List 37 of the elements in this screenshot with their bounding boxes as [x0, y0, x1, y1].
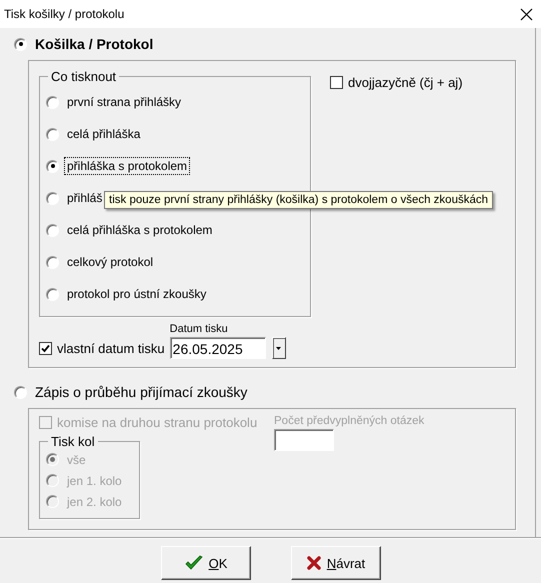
radio-button[interactable] [46, 288, 59, 300]
radio-label[interactable]: celá přihláška [64, 125, 144, 143]
radio-button[interactable] [46, 160, 59, 172]
radio-label[interactable]: přihláška s protokolem [64, 157, 190, 175]
radio-label[interactable]: Košilka / Protokol [32, 34, 156, 54]
checkbox-label[interactable]: dvojjazyčně (čj + aj) [348, 75, 463, 90]
checkmark-icon [184, 555, 203, 571]
radio-label[interactable]: protokol pro ústní zkoušky [64, 285, 210, 303]
checkbox[interactable] [330, 76, 343, 89]
caret-icon [276, 346, 282, 350]
checkbox-label[interactable]: vlastní datum tisku [57, 340, 165, 356]
radio-button[interactable] [14, 38, 27, 50]
radio-button[interactable] [46, 96, 59, 108]
window-title: Tisk košilky / protokolu [4, 7, 124, 21]
field-label: Datum tisku [170, 323, 229, 335]
radio-label[interactable]: přihláš [64, 189, 106, 207]
date-field[interactable]: 26.05.2025 [170, 337, 266, 359]
ok-button[interactable]: OK [161, 546, 251, 580]
count-field[interactable] [274, 429, 334, 451]
close-icon[interactable] [520, 8, 533, 20]
field-label: Počet předvyplněných otázek [274, 415, 426, 427]
checkbox[interactable] [39, 342, 52, 354]
radio-button[interactable] [14, 386, 27, 398]
tooltip: tisk pouze první strany přihlášky (košilka) s protokolem o všech zkouškách [104, 191, 494, 209]
radio-label[interactable]: Zápis o průběhu přijímací zkoušky [32, 382, 250, 402]
radio-label[interactable]: první strana přihlášky [64, 93, 184, 111]
cross-icon [306, 556, 321, 570]
radio-label[interactable]: celá přihláška s protokolem [64, 221, 216, 239]
radio-button[interactable] [46, 224, 59, 236]
radio-label[interactable]: celkový protokol [64, 253, 156, 271]
back-button[interactable]: Návrat [291, 546, 381, 580]
group-title: Tisk kol [50, 434, 96, 449]
radio-button[interactable] [46, 192, 59, 204]
radio-button[interactable] [46, 128, 59, 140]
radio-button[interactable] [46, 256, 59, 268]
dropdown-button[interactable] [272, 337, 286, 359]
group-title: Co tisknout [50, 69, 118, 84]
